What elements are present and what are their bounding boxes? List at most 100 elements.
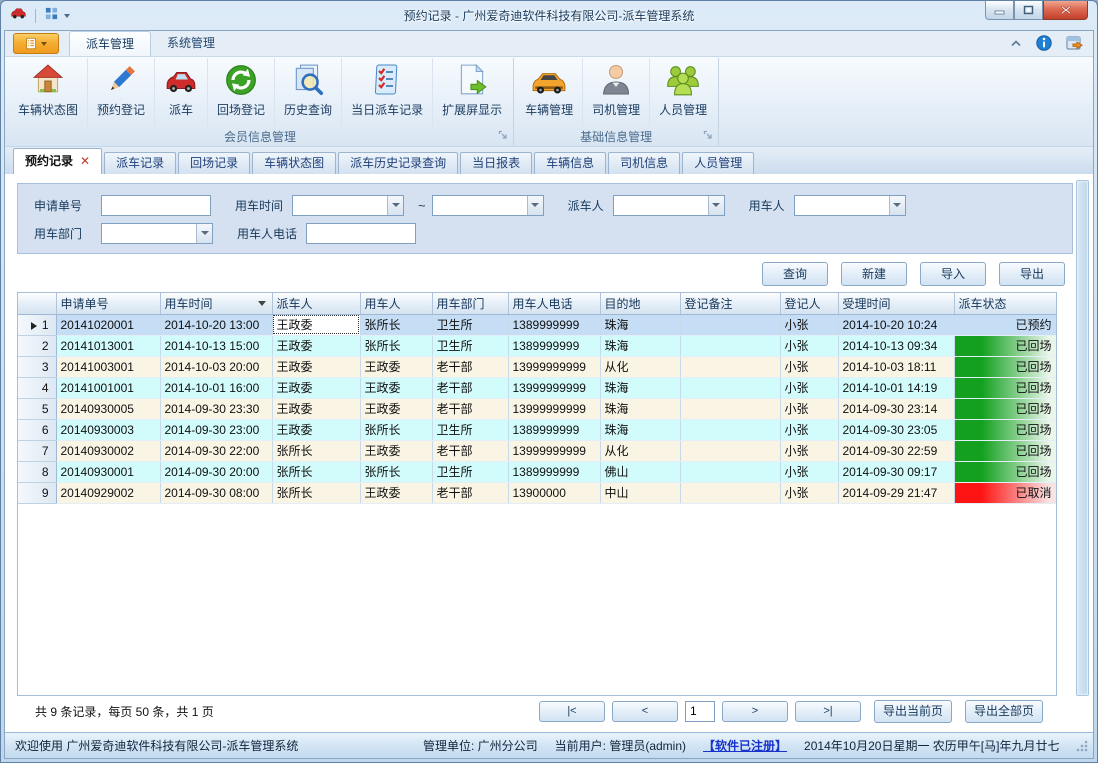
user-phone-input[interactable] [306, 223, 416, 244]
ribbon-button-预约登记[interactable]: 预约登记 [87, 58, 154, 127]
combo-dropdown-icon[interactable] [527, 196, 543, 215]
new-button[interactable]: 新建 [841, 262, 907, 286]
cell[interactable]: 1389999999 [508, 314, 600, 335]
table-row[interactable]: 7201409300022014-09-30 22:00张所长王政委老干部139… [18, 440, 1057, 461]
cell[interactable]: 张所长 [272, 482, 360, 503]
dispatch-status-cell[interactable]: 已回场 [954, 461, 1057, 482]
cell[interactable]: 13999999999 [508, 398, 600, 419]
about-icon[interactable] [1066, 35, 1083, 51]
cell[interactable]: 张所长 [360, 335, 432, 356]
cell[interactable]: 2014-09-30 09:17 [838, 461, 954, 482]
sort-desc-icon[interactable] [258, 301, 266, 306]
table-row[interactable]: 2201410130012014-10-13 15:00王政委张所长卫生所138… [18, 335, 1057, 356]
column-header-登记人[interactable]: 登记人 [780, 293, 838, 314]
table-row[interactable]: 8201409300012014-09-30 20:00张所长张所长卫生所138… [18, 461, 1057, 482]
cell[interactable]: 王政委 [272, 419, 360, 440]
cell[interactable]: 20140930003 [56, 419, 160, 440]
row-selector-cell[interactable]: 9 [18, 482, 56, 503]
scrollbar-thumb[interactable] [1078, 182, 1087, 694]
cell[interactable]: 2014-09-30 08:00 [160, 482, 272, 503]
use-time-from-combo[interactable] [292, 195, 404, 216]
cell[interactable]: 2014-10-03 20:00 [160, 356, 272, 377]
resize-grip-icon[interactable] [1076, 740, 1088, 752]
cell[interactable]: 2014-09-30 20:00 [160, 461, 272, 482]
cell[interactable]: 王政委 [272, 377, 360, 398]
cell[interactable]: 老干部 [432, 356, 508, 377]
row-selector-cell[interactable]: 4 [18, 377, 56, 398]
cell[interactable]: 20141001001 [56, 377, 160, 398]
row-selector-cell[interactable]: 2 [18, 335, 56, 356]
row-selector-cell[interactable]: 3 [18, 356, 56, 377]
column-header-用车人电话[interactable]: 用车人电话 [508, 293, 600, 314]
prev-page-button[interactable]: < [612, 701, 678, 722]
cell[interactable]: 2014-10-03 18:11 [838, 356, 954, 377]
cell[interactable] [680, 419, 780, 440]
doc-tab-预约记录[interactable]: 预约记录✕ [13, 148, 102, 174]
cell[interactable]: 2014-10-20 10:24 [838, 314, 954, 335]
column-header-申请单号[interactable]: 申请单号 [56, 293, 160, 314]
cell[interactable]: 从化 [600, 440, 680, 461]
cell[interactable]: 珠海 [600, 377, 680, 398]
ribbon-button-派车[interactable]: 派车 [154, 58, 207, 127]
dispatch-status-cell[interactable]: 已回场 [954, 377, 1057, 398]
cell[interactable]: 老干部 [432, 440, 508, 461]
cell[interactable] [680, 335, 780, 356]
dispatch-status-cell[interactable]: 已回场 [954, 440, 1057, 461]
dispatch-status-cell[interactable]: 已预约 [954, 314, 1057, 335]
cell[interactable] [680, 314, 780, 335]
doc-tab-派车历史记录查询[interactable]: 派车历史记录查询 [338, 152, 458, 174]
column-header-用车人[interactable]: 用车人 [360, 293, 432, 314]
cell[interactable]: 小张 [780, 419, 838, 440]
cell[interactable]: 2014-09-30 23:05 [838, 419, 954, 440]
cell[interactable]: 卫生所 [432, 314, 508, 335]
cell[interactable]: 2014-09-30 22:59 [838, 440, 954, 461]
ribbon-button-当日派车记录[interactable]: 当日派车记录 [341, 58, 432, 127]
cell[interactable]: 1389999999 [508, 461, 600, 482]
cell[interactable] [680, 398, 780, 419]
table-row[interactable]: 3201410030012014-10-03 20:00王政委王政委老干部139… [18, 356, 1057, 377]
cell[interactable]: 小张 [780, 377, 838, 398]
ribbon-button-扩展屏显示[interactable]: 扩展屏显示 [432, 58, 511, 127]
cell[interactable]: 小张 [780, 482, 838, 503]
cell[interactable]: 张所长 [360, 461, 432, 482]
cell[interactable]: 13999999999 [508, 377, 600, 398]
export-button[interactable]: 导出 [999, 262, 1065, 286]
export-all-pages-button[interactable]: 导出全部页 [965, 700, 1043, 723]
ribbon-button-司机管理[interactable]: 司机管理 [582, 58, 649, 127]
export-current-page-button[interactable]: 导出当前页 [874, 700, 952, 723]
cell[interactable]: 王政委 [272, 398, 360, 419]
dialog-launcher-icon[interactable] [498, 129, 508, 143]
cell[interactable]: 卫生所 [432, 419, 508, 440]
cell[interactable]: 珠海 [600, 314, 680, 335]
use-time-to-combo[interactable] [432, 195, 544, 216]
cell[interactable]: 2014-10-01 14:19 [838, 377, 954, 398]
qat-dropdown-icon[interactable] [64, 14, 70, 18]
cell[interactable]: 老干部 [432, 398, 508, 419]
column-header-派车人[interactable]: 派车人 [272, 293, 360, 314]
cell[interactable]: 佛山 [600, 461, 680, 482]
cell[interactable]: 王政委 [360, 482, 432, 503]
cell[interactable]: 王政委 [360, 398, 432, 419]
cell[interactable]: 王政委 [360, 440, 432, 461]
cell[interactable] [680, 461, 780, 482]
table-row[interactable]: 9201409290022014-09-30 08:00张所长王政委老干部139… [18, 482, 1057, 503]
minimize-button[interactable] [985, 1, 1014, 20]
cell[interactable]: 小张 [780, 356, 838, 377]
ribbon-tab-派车管理[interactable]: 派车管理 [69, 31, 151, 56]
cell[interactable]: 2014-10-13 09:34 [838, 335, 954, 356]
table-row[interactable]: 5201409300052014-09-30 23:30王政委王政委老干部139… [18, 398, 1057, 419]
dispatch-status-cell[interactable]: 已取消 [954, 482, 1057, 503]
combo-dropdown-icon[interactable] [387, 196, 403, 215]
row-selector-cell[interactable]: 5 [18, 398, 56, 419]
restore-button[interactable] [1014, 1, 1043, 20]
cell[interactable] [680, 356, 780, 377]
ribbon-button-人员管理[interactable]: 人员管理 [649, 58, 716, 127]
cell[interactable]: 张所长 [272, 461, 360, 482]
column-header-登记备注[interactable]: 登记备注 [680, 293, 780, 314]
license-registered-link[interactable]: 【软件已注册】 [703, 737, 787, 754]
cell[interactable]: 珠海 [600, 419, 680, 440]
cell[interactable]: 小张 [780, 398, 838, 419]
cell[interactable]: 老干部 [432, 377, 508, 398]
cell[interactable]: 王政委 [360, 356, 432, 377]
cell[interactable]: 2014-10-13 15:00 [160, 335, 272, 356]
